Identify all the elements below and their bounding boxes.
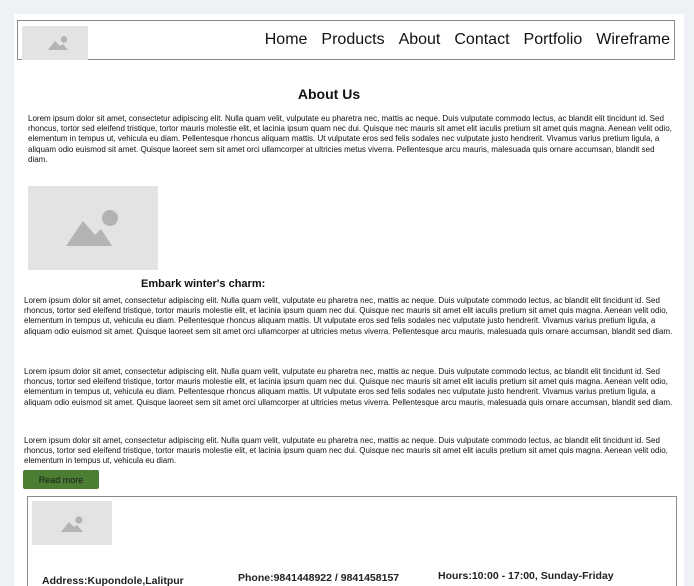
footer-phone: Phone:9841448922 / 9841458157	[238, 572, 400, 584]
footer: Address:Kupondole,Lalitpur Phone:9841448…	[27, 496, 677, 586]
footer-logo[interactable]	[32, 501, 112, 545]
intro-paragraph: Lorem ipsum dolor sit amet, consectetur …	[28, 114, 672, 164]
navbar: Home Products About Contact Portfolio Wi…	[17, 20, 675, 60]
body-paragraph: Lorem ipsum dolor sit amet, consectetur …	[24, 296, 673, 336]
image-placeholder-icon	[66, 210, 118, 246]
nav-contact[interactable]: Contact	[454, 30, 509, 50]
logo[interactable]	[22, 26, 88, 60]
nav-about[interactable]: About	[399, 30, 441, 50]
page-title: About Us	[297, 86, 361, 102]
body-paragraph: Lorem ipsum dolor sit amet, consectetur …	[24, 436, 668, 466]
about-image	[28, 186, 158, 270]
image-placeholder-icon	[48, 36, 68, 50]
read-more-button[interactable]: Read more	[23, 470, 99, 489]
footer-hours: Hours:10:00 - 17:00, Sunday-Friday	[438, 570, 614, 582]
nav-wireframe[interactable]: Wireframe	[596, 30, 670, 50]
nav-portfolio[interactable]: Portfolio	[524, 30, 583, 50]
section-subtitle: Embark winter's charm:	[141, 278, 266, 290]
page: Home Products About Contact Portfolio Wi…	[14, 14, 684, 586]
nav-home[interactable]: Home	[265, 30, 308, 50]
body-paragraph: Lorem ipsum dolor sit amet, consectetur …	[24, 367, 673, 407]
image-placeholder-icon	[61, 516, 83, 532]
footer-address: Address:Kupondole,Lalitpur	[42, 575, 184, 586]
nav-products[interactable]: Products	[321, 30, 384, 50]
main-menu: Home Products About Contact Portfolio Wi…	[265, 30, 670, 50]
